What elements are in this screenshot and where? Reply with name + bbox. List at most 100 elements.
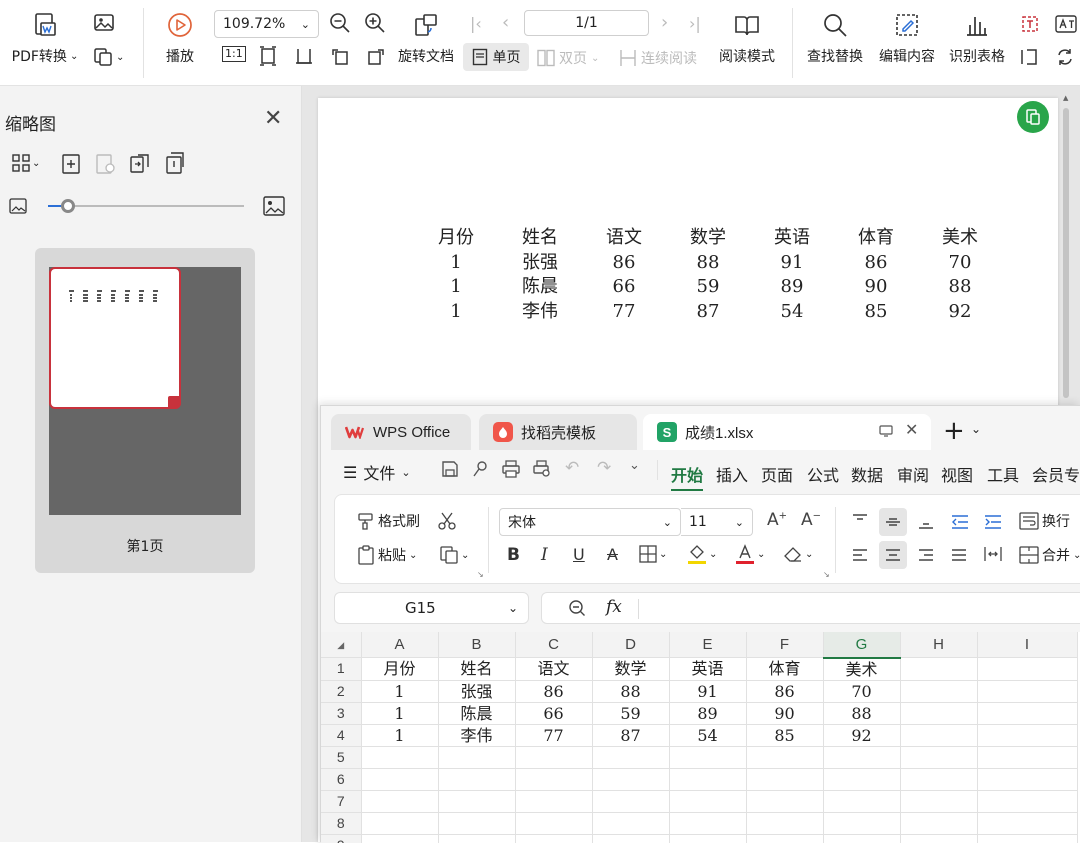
cell[interactable] <box>746 768 824 791</box>
increase-font-icon[interactable]: A+ <box>767 510 787 530</box>
cell[interactable] <box>669 812 747 835</box>
grid-view-button[interactable]: ⌄ <box>12 154 40 172</box>
cell[interactable] <box>746 790 824 813</box>
image-extract-icon[interactable] <box>93 12 115 34</box>
italic-icon[interactable]: I <box>541 545 548 565</box>
paste-button[interactable]: 粘贴 ⌄ <box>357 545 417 565</box>
cell[interactable] <box>438 746 516 769</box>
row-header[interactable]: 7 <box>321 790 362 813</box>
spreadsheet-grid[interactable]: ◢ A B C D E F G H I 1 月份 姓名 语文 数学 英语 体育 美术 2 1 张强 86 88 91 86 70 3… <box>321 632 1080 843</box>
share-icon[interactable] <box>471 460 489 478</box>
prev-page-icon[interactable]: ‹ <box>502 12 509 33</box>
zoom-out-icon[interactable] <box>329 12 351 34</box>
cell[interactable]: 91 <box>669 680 747 703</box>
cell[interactable]: 86 <box>515 680 593 703</box>
recognize-table-button[interactable]: 识别表格 <box>946 12 1008 66</box>
cell[interactable]: 90 <box>746 702 824 725</box>
extract-page-icon[interactable] <box>130 154 150 174</box>
column-header[interactable]: E <box>669 632 747 658</box>
cell[interactable]: 66 <box>515 702 593 725</box>
copy-menu-button[interactable]: ⌄ <box>93 47 124 67</box>
cell[interactable]: 姓名 <box>438 657 516 681</box>
delete-page-icon[interactable] <box>96 154 116 174</box>
merge-cells-button[interactable]: 合并 ⌄ <box>1019 545 1080 565</box>
border-button[interactable]: ⌄ <box>639 545 667 563</box>
close-tab-icon[interactable]: ✕ <box>905 420 918 440</box>
decrease-font-icon[interactable]: A− <box>801 510 821 530</box>
zoom-select[interactable]: 109.72% ⌄ <box>214 10 319 38</box>
cell[interactable]: 语文 <box>515 657 593 681</box>
column-header[interactable]: H <box>900 632 978 658</box>
double-page-button[interactable]: 双页 ⌄ <box>537 48 599 68</box>
cell[interactable] <box>438 812 516 835</box>
cell[interactable] <box>977 724 1078 747</box>
new-tab-icon[interactable]: + <box>943 418 965 444</box>
cell[interactable] <box>977 702 1078 725</box>
page-thumbnail[interactable]: 第1页 <box>35 248 255 573</box>
clear-format-button[interactable]: ⌄ <box>783 545 813 563</box>
fit-width-icon[interactable] <box>294 46 314 66</box>
cell[interactable] <box>977 768 1078 791</box>
tab-home[interactable]: 开始 <box>671 462 704 491</box>
cell[interactable]: 86 <box>746 680 824 703</box>
rotate-document-button[interactable]: 旋转文档 <box>396 12 456 66</box>
cell[interactable]: 92 <box>823 724 901 747</box>
fx-label[interactable]: fx <box>606 597 622 617</box>
cell[interactable] <box>669 768 747 791</box>
cell[interactable] <box>900 657 978 681</box>
cell[interactable]: 85 <box>746 724 824 747</box>
align-right-icon[interactable] <box>917 547 935 563</box>
cell[interactable]: 陈晨 <box>438 702 516 725</box>
cell[interactable]: 1 <box>361 680 439 703</box>
font-size-select[interactable]: 11 ⌄ <box>681 508 753 536</box>
row-header[interactable]: 1 <box>321 657 362 681</box>
cell[interactable]: 美术 <box>823 657 901 681</box>
column-header[interactable]: I <box>977 632 1078 658</box>
thumbnail-page-preview[interactable] <box>49 267 181 409</box>
cell[interactable] <box>592 790 670 813</box>
cell[interactable] <box>900 768 978 791</box>
underline-icon[interactable]: U <box>573 545 585 564</box>
cell[interactable]: 88 <box>592 680 670 703</box>
cell[interactable] <box>515 746 593 769</box>
cell[interactable]: 英语 <box>669 657 747 681</box>
replace-page-icon[interactable] <box>165 152 185 174</box>
font-name-select[interactable]: 宋体 ⌄ <box>499 508 681 536</box>
scrollbar-thumb[interactable] <box>1063 108 1069 398</box>
convert-sheet-icon[interactable] <box>1017 101 1049 133</box>
continuous-reading-button[interactable]: 连续阅读 <box>619 48 697 68</box>
column-header[interactable]: B <box>438 632 516 658</box>
print-preview-icon[interactable] <box>532 460 552 478</box>
row-header[interactable]: 3 <box>321 702 362 725</box>
tab-menu-5[interactable]: 审阅 <box>897 462 929 486</box>
thumbnail-zoom-slider[interactable] <box>48 199 244 213</box>
cell[interactable] <box>515 790 593 813</box>
file-menu[interactable]: ☰ 文件 ⌄ <box>343 460 411 484</box>
cell[interactable] <box>977 812 1078 835</box>
cell[interactable] <box>900 790 978 813</box>
cell[interactable]: 88 <box>823 702 901 725</box>
format-painter-button[interactable]: 格式刷 <box>357 511 420 531</box>
cell[interactable]: 77 <box>515 724 593 747</box>
align-bottom-icon[interactable] <box>917 514 935 530</box>
tab-wps-office[interactable]: WPS Office <box>331 414 471 450</box>
row-header[interactable]: 4 <box>321 724 362 747</box>
cell[interactable] <box>900 724 978 747</box>
row-header[interactable]: 5 <box>321 746 362 769</box>
cell[interactable] <box>823 812 901 835</box>
play-button[interactable]: 播放 <box>158 12 202 66</box>
select-all-corner[interactable]: ◢ <box>321 632 362 658</box>
column-header[interactable]: A <box>361 632 439 658</box>
next-page-icon[interactable]: › <box>661 12 668 33</box>
cell[interactable] <box>361 746 439 769</box>
cell[interactable] <box>515 812 593 835</box>
align-left-icon[interactable] <box>851 547 869 563</box>
redo-icon[interactable]: ↷ <box>597 458 611 478</box>
tab-menu-3[interactable]: 公式 <box>807 462 839 486</box>
close-icon[interactable]: ✕ <box>264 108 282 130</box>
split-icon[interactable] <box>1019 47 1039 67</box>
cell[interactable]: 54 <box>669 724 747 747</box>
align-middle-icon[interactable] <box>884 514 902 530</box>
rotate-left-icon[interactable] <box>330 46 350 66</box>
cell[interactable] <box>977 790 1078 813</box>
